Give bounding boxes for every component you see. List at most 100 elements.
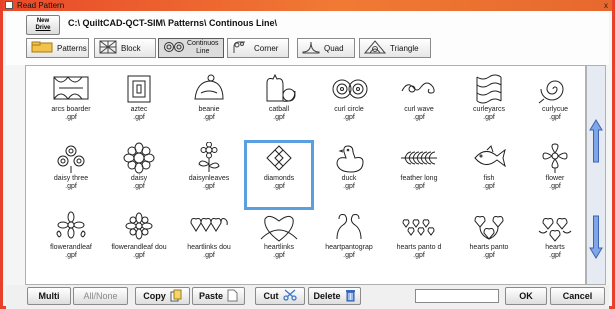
pattern-tile[interactable]: heartpantograp .gpf bbox=[314, 209, 384, 279]
pattern-tile[interactable]: curl circle .gpf bbox=[314, 71, 384, 141]
filename-input[interactable] bbox=[415, 289, 499, 303]
pattern-ext: .gpf bbox=[65, 114, 77, 121]
pattern-ext: .gpf bbox=[413, 252, 425, 259]
pattern-name: daisy bbox=[130, 175, 148, 182]
pattern-preview bbox=[127, 75, 151, 103]
pattern-name: catball bbox=[268, 106, 290, 113]
pattern-preview bbox=[332, 79, 368, 99]
pattern-ext: .gpf bbox=[133, 114, 145, 121]
pattern-ext: .gpf bbox=[413, 114, 425, 121]
scissors-icon bbox=[282, 289, 297, 303]
tab-quad[interactable]: Quad bbox=[297, 38, 355, 58]
pattern-tile[interactable]: heartlinks dou .gpf bbox=[174, 209, 244, 279]
tab-patterns[interactable]: Patterns bbox=[26, 38, 89, 58]
tab-triangle-label: Triangle bbox=[390, 43, 419, 53]
pattern-preview bbox=[190, 218, 228, 232]
scroll-up-arrow-icon[interactable] bbox=[589, 118, 603, 164]
pattern-ext: .gpf bbox=[65, 183, 77, 190]
pattern-tile[interactable]: flowerandleaf .gpf bbox=[36, 209, 106, 279]
pattern-tile[interactable]: heartlinks .gpf bbox=[244, 209, 314, 279]
pattern-ext: .gpf bbox=[483, 183, 495, 190]
pattern-tile[interactable]: hearts .gpf bbox=[520, 209, 590, 279]
paste-icon bbox=[227, 289, 238, 304]
tab-patterns-label: Patterns bbox=[57, 43, 87, 53]
pattern-tile[interactable]: curlycue .gpf bbox=[520, 71, 590, 141]
multi-button[interactable]: Multi bbox=[27, 287, 71, 305]
tab-continuous-line[interactable]: Continuos Line bbox=[158, 38, 224, 58]
pattern-preview bbox=[53, 76, 89, 100]
pattern-preview bbox=[123, 142, 155, 174]
vertical-scrollbar[interactable] bbox=[586, 65, 606, 285]
pattern-ext: .gpf bbox=[343, 252, 355, 259]
pattern-preview bbox=[56, 211, 86, 239]
tab-corner[interactable]: Corner bbox=[227, 38, 289, 58]
pattern-tile[interactable]: flowerandleaf dou .gpf bbox=[104, 209, 174, 279]
pattern-tile[interactable]: hearts panto .gpf bbox=[454, 209, 524, 279]
close-button[interactable]: x bbox=[604, 0, 608, 11]
pattern-tile[interactable]: duck .gpf bbox=[314, 140, 384, 210]
copy-button[interactable]: Copy bbox=[135, 287, 190, 305]
pattern-preview bbox=[266, 145, 292, 171]
pattern-preview bbox=[538, 218, 572, 242]
block-icon bbox=[99, 40, 117, 56]
title-bar[interactable]: Read Pattern x bbox=[3, 0, 612, 11]
pattern-tile[interactable]: diamonds .gpf bbox=[244, 140, 314, 210]
tab-triangle[interactable]: Triangle bbox=[359, 38, 431, 58]
pattern-preview bbox=[198, 142, 220, 172]
cancel-button[interactable]: Cancel bbox=[550, 287, 605, 305]
pattern-preview bbox=[542, 143, 568, 173]
paste-button[interactable]: Paste bbox=[192, 287, 245, 305]
ok-button[interactable]: OK bbox=[505, 287, 547, 305]
pattern-name: hearts panto d bbox=[396, 244, 442, 251]
cancel-label: Cancel bbox=[562, 291, 593, 301]
tab-block[interactable]: Block bbox=[94, 38, 156, 58]
pattern-name: aztec bbox=[130, 106, 148, 113]
pattern-preview bbox=[266, 73, 296, 102]
pattern-name: feather long bbox=[400, 175, 438, 182]
pattern-ext: .gpf bbox=[133, 252, 145, 259]
pattern-name: curleyarcs bbox=[473, 106, 505, 113]
copy-label: Copy bbox=[143, 291, 166, 301]
pattern-ext: .gpf bbox=[343, 114, 355, 121]
pattern-name: daisy three bbox=[53, 175, 89, 182]
tab-corner-label: Corner bbox=[254, 43, 279, 53]
pattern-grid: arcs boarder .gpf aztec .gpf beanie .gpf… bbox=[25, 65, 586, 285]
multi-label: Multi bbox=[38, 291, 60, 301]
tab-quad-label: Quad bbox=[324, 43, 344, 53]
pattern-name: diamonds bbox=[263, 175, 295, 182]
pattern-preview bbox=[402, 219, 435, 236]
pattern-name: flower bbox=[545, 175, 565, 182]
pattern-name: daisynleaves bbox=[188, 175, 230, 182]
pattern-tile[interactable]: flower .gpf bbox=[520, 140, 590, 210]
pattern-name: heartlinks bbox=[264, 244, 294, 251]
new-drive-button[interactable]: New Drive bbox=[26, 15, 60, 35]
pattern-preview bbox=[260, 215, 298, 242]
pattern-tile[interactable]: aztec .gpf bbox=[104, 71, 174, 141]
pattern-ext: .gpf bbox=[133, 183, 145, 190]
pattern-preview bbox=[336, 145, 364, 173]
new-drive-label-top: New bbox=[36, 18, 50, 24]
pattern-tile[interactable]: arcs boarder .gpf bbox=[36, 71, 106, 141]
pattern-tile[interactable]: curl wave .gpf bbox=[384, 71, 454, 141]
all-none-button[interactable]: All/None bbox=[73, 287, 128, 305]
delete-button[interactable]: Delete bbox=[308, 287, 361, 305]
pattern-tile[interactable]: daisynleaves .gpf bbox=[174, 140, 244, 210]
pattern-ext: .gpf bbox=[413, 183, 425, 190]
pattern-preview bbox=[336, 214, 362, 240]
pattern-tile[interactable]: feather long .gpf bbox=[384, 140, 454, 210]
pattern-name: arcs boarder bbox=[51, 106, 91, 113]
pattern-preview bbox=[194, 74, 224, 100]
new-drive-label-bottom: Drive bbox=[35, 25, 51, 31]
pattern-tile[interactable]: fish .gpf bbox=[454, 140, 524, 210]
pattern-tile[interactable]: daisy three .gpf bbox=[36, 140, 106, 210]
pattern-tile[interactable]: hearts panto d .gpf bbox=[384, 209, 454, 279]
pattern-tile[interactable]: curleyarcs .gpf bbox=[454, 71, 524, 141]
scroll-down-arrow-icon[interactable] bbox=[589, 214, 603, 260]
pattern-tile[interactable]: catball .gpf bbox=[244, 71, 314, 141]
pattern-ext: .gpf bbox=[549, 114, 561, 121]
pattern-preview bbox=[538, 80, 564, 104]
cut-button[interactable]: Cut bbox=[255, 287, 305, 305]
pattern-name: hearts bbox=[545, 244, 565, 251]
pattern-tile[interactable]: beanie .gpf bbox=[174, 71, 244, 141]
pattern-tile[interactable]: daisy .gpf bbox=[104, 140, 174, 210]
